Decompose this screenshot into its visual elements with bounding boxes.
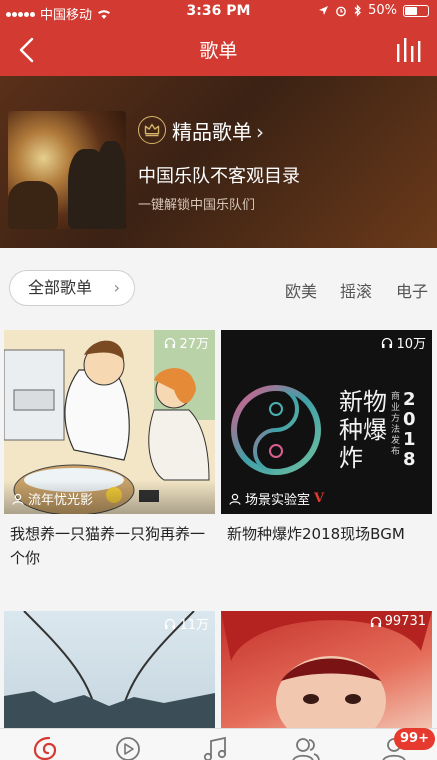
featured-tag-label: 精品歌单 — [172, 120, 252, 144]
now-playing-icon[interactable] — [395, 32, 425, 66]
category-tab-0[interactable]: 欧美 — [285, 278, 317, 302]
alarm-icon — [336, 6, 346, 16]
headphones-icon — [382, 337, 393, 348]
header: 中国移动 3:36 PM 50% 歌单 — [0, 0, 437, 76]
notification-badge: 99+ — [394, 728, 435, 750]
status-right: 50% — [318, 3, 429, 18]
friends-icon[interactable] — [290, 735, 322, 760]
play-count: 27万 — [164, 333, 209, 352]
category-tab-1[interactable]: 摇滚 — [340, 278, 372, 302]
playlist-card[interactable]: 11万 — [4, 611, 215, 728]
featured-playlist-subtitle: 一键解锁中国乐队们 — [138, 198, 256, 213]
play-count-value: 11万 — [179, 618, 209, 633]
play-count: 99731 — [370, 614, 426, 629]
netease-logo-icon[interactable] — [30, 735, 62, 760]
location-icon — [319, 6, 329, 15]
page-title: 歌单 — [199, 40, 238, 62]
play-count: 11万 — [164, 614, 209, 633]
all-playlists-label: 全部歌单 — [28, 278, 93, 297]
bluetooth-icon — [354, 4, 362, 17]
play-count-value: 10万 — [396, 337, 426, 352]
chevron-right-icon: › — [256, 120, 264, 144]
category-tab-2[interactable]: 电子 — [396, 278, 428, 302]
playlist-creator: 流年忧光影 — [12, 489, 93, 508]
featured-playlist-name: 中国乐队不客观目录 — [138, 166, 300, 187]
playlist-title: 新物种爆炸2018现场BGM — [227, 525, 405, 543]
all-playlists-button[interactable]: 全部歌单 › — [9, 270, 135, 306]
creator-name: 场景实验室 — [245, 493, 311, 508]
creator-name: 流年忧光影 — [28, 493, 94, 508]
playlist-cover-image: 27万 流年忧光影 — [4, 330, 215, 514]
music-note-icon[interactable] — [200, 735, 232, 760]
play-count-value: 27万 — [179, 337, 209, 352]
playlist-card[interactable]: 99731 — [221, 611, 432, 728]
playlist-cover-image: 99731 — [221, 611, 432, 728]
playlist-creator: 场景实验室 V — [229, 489, 324, 508]
play-count: 10万 — [381, 333, 426, 352]
cover-year-text: 2018 — [403, 389, 416, 470]
chevron-right-icon: › — [113, 278, 120, 297]
user-icon — [12, 493, 24, 505]
cover-title-text: 新物种爆炸 — [339, 388, 387, 472]
playlist-cover-image: 11万 — [4, 611, 215, 728]
cover-sub-text: 商业方法发布 — [391, 392, 401, 457]
playlist-card[interactable]: 新物种爆炸 2018 商业方法发布 10万 场景实验室 V 新物种爆炸2018现… — [221, 330, 432, 600]
nav-bar: 歌单 — [0, 24, 437, 76]
headphones-icon — [165, 618, 176, 629]
video-icon[interactable] — [112, 735, 144, 760]
featured-playlist-banner[interactable]: 精品歌单 › 中国乐队不客观目录 一键解锁中国乐队们 — [0, 76, 437, 248]
play-count-value: 99731 — [384, 614, 426, 629]
user-icon — [229, 493, 241, 505]
headphones-icon — [165, 337, 176, 348]
battery-icon — [403, 4, 429, 17]
crown-icon — [138, 116, 166, 144]
featured-cover-image — [8, 111, 126, 229]
playlist-cover-image: 新物种爆炸 2018 商业方法发布 10万 场景实验室 V — [221, 330, 432, 514]
filter-bar: 全部歌单 › 欧美 摇滚 电子 — [0, 248, 437, 326]
verified-v-icon: V — [314, 491, 325, 506]
tab-bar — [0, 728, 437, 760]
status-bar: 中国移动 3:36 PM 50% — [0, 0, 437, 24]
featured-tag[interactable]: 精品歌单 › — [172, 116, 264, 145]
playlist-card[interactable]: 27万 流年忧光影 我想养一只猫养一只狗再养一个你 — [4, 330, 215, 600]
battery-percent: 50% — [368, 3, 397, 18]
playlist-title: 我想养一只猫养一只狗再养一个你 — [10, 525, 206, 567]
headphones-icon — [370, 616, 381, 627]
